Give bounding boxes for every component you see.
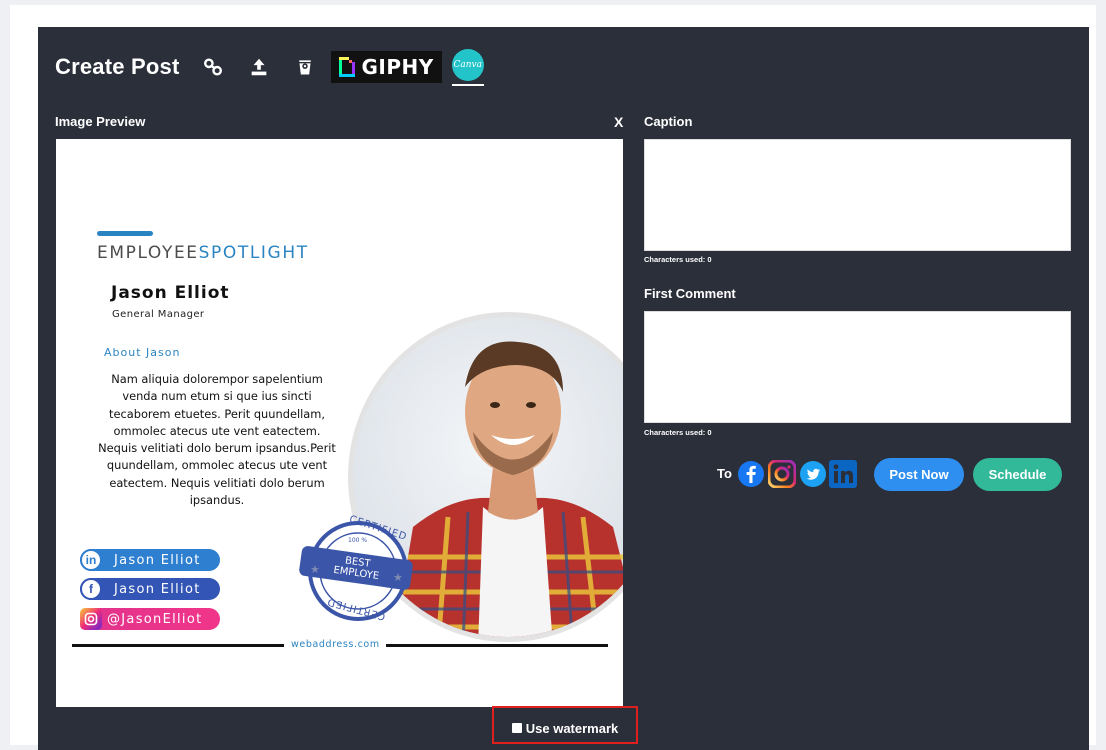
watermark-option: Use watermark bbox=[492, 706, 638, 744]
first-comment-label: First Comment bbox=[644, 286, 736, 301]
image-preview: EMPLOYEESPOTLIGHT Jason Elliot General M… bbox=[56, 139, 623, 707]
to-label: To bbox=[717, 466, 732, 481]
giphy-button[interactable]: GIPHY bbox=[331, 51, 442, 83]
social-facebook-handle: Jason Elliot bbox=[114, 581, 201, 597]
employee-role: General Manager bbox=[112, 309, 205, 320]
instagram-network-icon[interactable] bbox=[768, 460, 796, 488]
svg-text:★: ★ bbox=[393, 571, 403, 584]
about-heading: About Jason bbox=[104, 346, 181, 359]
caption-character-count: Characters used: 0 bbox=[644, 255, 712, 264]
page: Create Post GIPHY Canva Image Preview X bbox=[10, 5, 1096, 750]
watermark-label: Use watermark bbox=[525, 720, 619, 736]
first-comment-character-count: Characters used: 0 bbox=[644, 428, 712, 437]
giphy-logo-icon bbox=[339, 57, 356, 77]
certified-badge: ★ ★ BEST EMPLOYE CERTIFIED CERTIFIED 100… bbox=[296, 514, 414, 625]
employee-name: Jason Elliot bbox=[111, 283, 230, 303]
watermark-checkbox[interactable] bbox=[511, 723, 522, 733]
post-now-button[interactable]: Post Now bbox=[874, 458, 964, 491]
web-address: webaddress.com bbox=[291, 639, 380, 650]
use-watermark-toggle[interactable]: Use watermark bbox=[511, 720, 619, 736]
first-comment-input[interactable] bbox=[644, 311, 1071, 423]
canva-button[interactable]: Canva bbox=[451, 48, 484, 86]
page-title: Create Post bbox=[55, 54, 180, 79]
schedule-button[interactable]: Schedule bbox=[973, 458, 1062, 491]
canva-active-underline bbox=[451, 83, 484, 86]
link-icon[interactable] bbox=[201, 55, 225, 79]
heading-accent-bar bbox=[97, 231, 153, 236]
social-linkedin-handle: Jason Elliot bbox=[114, 552, 201, 568]
spotlight-heading-right: SPOTLIGHT bbox=[198, 243, 309, 263]
social-instagram: @JasonElliot bbox=[80, 608, 220, 630]
linkedin-icon: in bbox=[80, 549, 102, 571]
upload-icon[interactable] bbox=[247, 55, 271, 79]
facebook-icon: f bbox=[80, 578, 102, 600]
social-instagram-handle: @JasonElliot bbox=[107, 611, 203, 627]
create-post-panel: Create Post GIPHY Canva Image Preview X bbox=[38, 27, 1089, 750]
svg-text:★: ★ bbox=[310, 563, 320, 576]
canva-logo-icon: Canva bbox=[451, 48, 484, 81]
instagram-icon bbox=[80, 608, 102, 630]
header: Create Post GIPHY Canva bbox=[55, 47, 484, 87]
caption-label: Caption bbox=[644, 114, 693, 129]
social-linkedin: in Jason Elliot bbox=[80, 549, 220, 571]
image-preview-label: Image Preview bbox=[55, 114, 146, 129]
badge-small-text: 100 % bbox=[348, 537, 368, 544]
giphy-label: GIPHY bbox=[361, 55, 434, 79]
footer-rule-right bbox=[386, 644, 608, 647]
facebook-network-icon[interactable] bbox=[737, 460, 765, 488]
social-facebook: f Jason Elliot bbox=[80, 578, 220, 600]
spotlight-heading: EMPLOYEESPOTLIGHT bbox=[97, 243, 309, 263]
close-preview-button[interactable]: X bbox=[614, 114, 623, 130]
caption-input[interactable] bbox=[644, 139, 1071, 251]
dropbox-icon[interactable] bbox=[293, 55, 317, 79]
footer-rule-left bbox=[72, 644, 284, 647]
linkedin-network-icon[interactable] bbox=[829, 460, 857, 488]
about-body: Nam aliquia dolorempor sapelentium venda… bbox=[98, 372, 336, 508]
spotlight-heading-left: EMPLOYEE bbox=[97, 243, 199, 263]
twitter-network-icon[interactable] bbox=[799, 460, 827, 488]
